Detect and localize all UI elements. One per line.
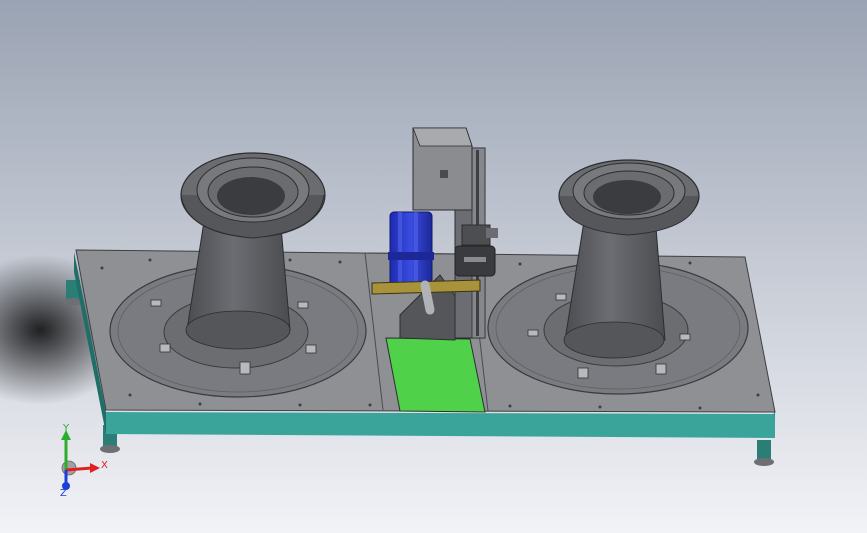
x-axis-label: X <box>101 460 108 471</box>
blue-drive-motor <box>388 211 434 293</box>
green-guard-panel <box>385 337 486 413</box>
z-axis-label: Z <box>60 488 67 499</box>
y-axis-label: Y <box>62 423 70 434</box>
x-axis-arrow <box>65 466 93 472</box>
cad-viewport[interactable]: Y X Z <box>0 0 867 533</box>
control-box <box>412 127 473 211</box>
